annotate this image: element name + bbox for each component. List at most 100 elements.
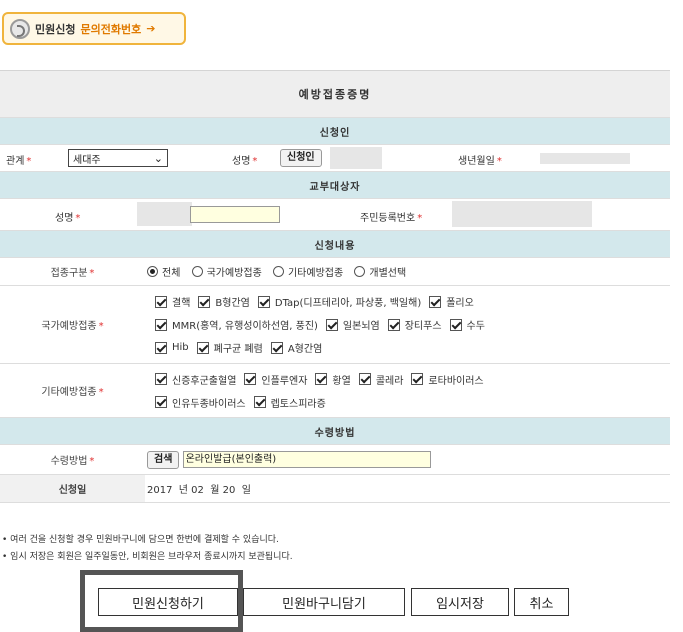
checkbox-label: Hib <box>172 342 189 353</box>
checkbox-item[interactable]: 수두 <box>449 317 485 332</box>
type-option-all[interactable]: 전체 <box>147 264 180 279</box>
checkbox-item[interactable]: 일본뇌염 <box>325 317 380 332</box>
receive-method-label: 수령방법 * <box>0 444 145 475</box>
vaccination-type-label: 접종구분 * <box>0 257 145 286</box>
checkbox-line: Hib 폐구균 폐렴 A형간염 <box>145 336 670 359</box>
section-receive: 수령방법 <box>0 417 670 445</box>
checkbox-item[interactable]: 렙토스피라증 <box>253 395 326 410</box>
checkbox-label: 인유두종바이러스 <box>172 398 246 410</box>
application-date-row: 신청일 2017 년 02 월 20 일 <box>0 474 670 503</box>
checkbox-item[interactable]: 콜레라 <box>358 372 403 387</box>
national-vaccination-label-text: 국가예방접종 <box>41 321 97 332</box>
cancel-button[interactable]: 취소 <box>514 588 569 616</box>
ear-icon <box>10 18 30 39</box>
checkbox-checked <box>411 373 424 385</box>
checkbox-item[interactable]: 장티푸스 <box>387 317 442 332</box>
relation-select[interactable]: 세대주 ⌄ <box>68 149 168 167</box>
checkbox-checked <box>358 373 371 385</box>
checkbox-label: 장티푸스 <box>404 321 442 332</box>
required-mark: * <box>89 268 95 279</box>
checkbox-item[interactable]: MMR(홍역, 유행성이하선염, 풍진) <box>155 317 318 332</box>
checkbox-checked <box>244 373 257 385</box>
application-date-label: 신청일 <box>0 474 145 503</box>
checkbox-label: 폴리오 <box>446 298 474 309</box>
checkbox-item[interactable]: 신증후군출혈열 <box>155 372 236 387</box>
required-mark: * <box>496 156 502 167</box>
vaccination-type-options: 전체 국가예방접종 기타예방접종 개별선택 <box>145 257 670 286</box>
badge-label-accent: 문의전화번호 <box>80 22 142 36</box>
checkbox-item[interactable]: 결핵 <box>155 294 190 309</box>
applicant-row: 관계 * 세대주 ⌄ 성명 * 신청인 생년월일 * <box>0 144 670 172</box>
checkbox-item[interactable]: 로타바이러스 <box>411 372 484 387</box>
self-applicant-button[interactable]: 신청인 <box>280 149 322 167</box>
checkbox-label: MMR(홍역, 유행성이하선염, 풍진) <box>172 321 318 332</box>
checkbox-item[interactable]: 인플루엔자 <box>244 372 307 387</box>
checkbox-label: 폐구균 폐렴 <box>213 344 263 355</box>
relation-label: 관계 * <box>6 152 31 167</box>
receive-method-label-text: 수령방법 <box>50 456 88 467</box>
inquiry-phone-badge[interactable]: 민원신청 문의전화번호 ➔ <box>2 12 186 45</box>
checkbox-checked <box>315 373 328 385</box>
receive-method-input[interactable]: 온라인발급(본인출력) <box>182 451 431 468</box>
target-name-label: 성명 * <box>55 209 80 224</box>
checkbox-item[interactable]: 황열 <box>315 372 351 387</box>
checkbox-line: 신증후군출혈열 인플루엔자 황열 콜레라 로타바이러스 <box>145 368 670 391</box>
checkbox-checked <box>155 341 167 354</box>
national-vaccination-options: 결핵 B형간염 DTap(디프테리아, 파상풍, 백일해) 폴리오 MMR(홍역… <box>145 285 670 364</box>
checkbox-item[interactable]: A형간염 <box>270 340 323 355</box>
checkbox-label: 인플루엔자 <box>261 375 308 387</box>
application-date-value: 2017 년 02 월 20 일 <box>145 474 670 503</box>
required-mark: * <box>89 456 95 467</box>
applicant-name-blurred <box>330 147 382 169</box>
checkbox-item[interactable]: 폴리오 <box>429 294 474 309</box>
checkbox-checked <box>196 341 209 354</box>
section-target: 교부대상자 <box>0 171 670 199</box>
checkbox-item[interactable]: 폐구균 폐렴 <box>196 340 263 355</box>
type-option-individual[interactable]: 개별선택 <box>354 264 406 279</box>
checkbox-item[interactable]: DTap(디프테리아, 파상풍, 백일해) <box>257 294 421 309</box>
vaccination-type-label-text: 접종구분 <box>50 268 88 279</box>
type-option-label: 전체 <box>162 267 181 279</box>
vaccination-type-row: 접종구분 * 전체 국가예방접종 기타예방접종 개별선택 <box>0 257 670 286</box>
badge-label-main: 민원신청 <box>35 22 76 36</box>
required-mark: * <box>417 213 423 224</box>
other-vaccination-row: 기타예방접종 * 신증후군출혈열 인플루엔자 황열 콜레라 로타바이러스 인유두종… <box>0 363 670 418</box>
type-option-other[interactable]: 기타예방접종 <box>272 264 344 279</box>
required-mark: * <box>252 156 258 167</box>
target-name-input[interactable] <box>190 206 280 223</box>
checkbox-label: 황열 <box>332 375 351 387</box>
section-applicant: 신청인 <box>0 117 670 145</box>
checkbox-label: A형간염 <box>287 344 323 355</box>
required-mark: * <box>26 156 32 167</box>
checkbox-item[interactable]: Hib <box>155 341 189 354</box>
target-name-label-text: 성명 <box>55 213 74 224</box>
checkbox-item[interactable]: 인유두종바이러스 <box>155 395 246 410</box>
type-option-label: 기타예방접종 <box>287 267 344 279</box>
form-title: 예방접종증명 <box>0 70 670 118</box>
checkbox-checked <box>449 318 462 331</box>
rrn-label: 주민등록번호 * <box>360 209 422 224</box>
section-content: 신청내용 <box>0 230 670 258</box>
temp-save-button[interactable]: 임시저장 <box>411 588 509 616</box>
applicant-name-label: 성명 * <box>232 152 257 167</box>
chevron-down-icon: ⌄ <box>153 151 163 165</box>
national-vaccination-row: 국가예방접종 * 결핵 B형간염 DTap(디프테리아, 파상풍, 백일해) 폴리… <box>0 285 670 364</box>
type-option-national[interactable]: 국가예방접종 <box>191 264 262 279</box>
rrn-label-text: 주민등록번호 <box>360 213 416 224</box>
checkbox-item[interactable]: B형간염 <box>198 294 250 309</box>
checkbox-checked <box>387 318 400 331</box>
note-temp-save: • 임시 저장은 회원은 일주일동안, 비회원은 브라우저 종료시까지 보관됩니… <box>2 552 293 562</box>
checkbox-checked <box>155 373 167 385</box>
checkbox-checked <box>253 396 266 408</box>
add-to-basket-button[interactable]: 민원바구니담기 <box>243 588 405 616</box>
search-button[interactable]: 검색 <box>147 450 180 469</box>
radio <box>191 265 203 277</box>
radio <box>354 265 366 277</box>
rrn-blurred <box>452 201 592 227</box>
checkbox-checked <box>198 295 211 308</box>
relation-label-text: 관계 <box>6 156 25 167</box>
relation-select-value: 세대주 <box>73 154 101 166</box>
type-option-label: 개별선택 <box>369 267 407 279</box>
checkbox-line: MMR(홍역, 유행성이하선염, 풍진) 일본뇌염 장티푸스 수두 <box>145 313 670 336</box>
apply-button[interactable]: 민원신청하기 <box>98 588 238 616</box>
